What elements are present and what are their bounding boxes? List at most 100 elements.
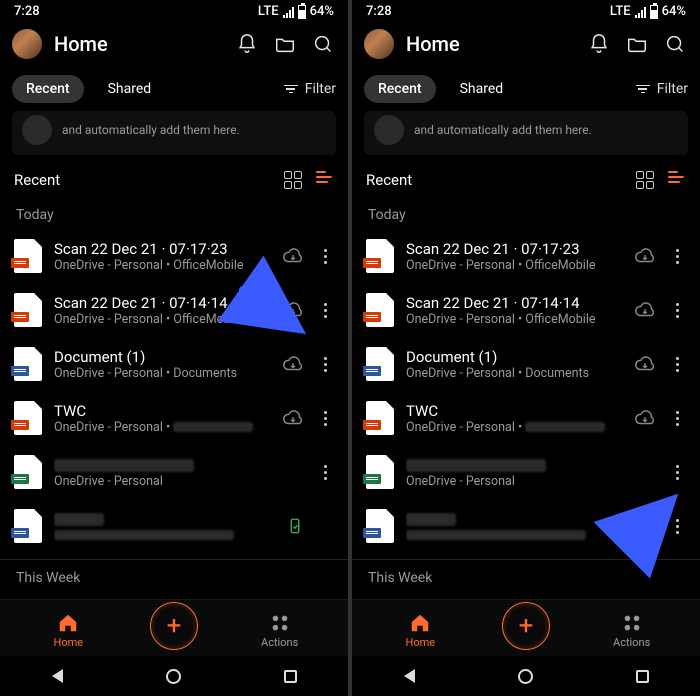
cloud-download-icon[interactable]: [282, 353, 304, 375]
more-icon[interactable]: [668, 465, 686, 480]
home-button[interactable]: [166, 669, 181, 684]
list-item[interactable]: [0, 499, 348, 553]
list-item[interactable]: TWCOneDrive - Personal •: [0, 391, 348, 445]
app-header: Home: [352, 21, 700, 67]
file-name: [406, 456, 622, 474]
pdf-icon: [14, 401, 42, 435]
status-bar: 7:28 LTE 64%: [352, 0, 700, 21]
search-icon[interactable]: [310, 31, 336, 57]
file-sub: OneDrive - Personal •: [406, 420, 622, 435]
fab-add[interactable]: +: [150, 602, 198, 650]
local-device-icon[interactable]: [638, 517, 656, 535]
more-icon[interactable]: [316, 411, 334, 426]
list-view-icon[interactable]: [316, 171, 334, 189]
tab-shared[interactable]: Shared: [446, 75, 518, 103]
list-item[interactable]: OneDrive - Personal: [0, 445, 348, 499]
search-icon[interactable]: [662, 31, 688, 57]
list-item[interactable]: OneDrive - Personal: [352, 445, 700, 499]
nav-actions[interactable]: Actions: [225, 612, 335, 649]
filter-icon: [635, 85, 651, 94]
more-icon[interactable]: [316, 357, 334, 372]
more-icon[interactable]: [316, 465, 334, 480]
filter-label: Filter: [305, 81, 336, 97]
folder-icon[interactable]: [272, 31, 298, 57]
file-name: TWC: [54, 402, 270, 420]
file-sub: OneDrive - Personal: [406, 474, 622, 489]
file-sub: OneDrive - Personal •: [54, 420, 270, 435]
pdf-icon: [14, 293, 42, 327]
file-sub: [406, 528, 626, 543]
filter-label: Filter: [657, 81, 688, 97]
notes-row[interactable]: Notes See all: [0, 592, 348, 599]
folder-icon[interactable]: [624, 31, 650, 57]
tab-shared[interactable]: Shared: [94, 75, 166, 103]
bell-icon[interactable]: [586, 31, 612, 57]
list-item[interactable]: Document (1)OneDrive - Personal • Docume…: [0, 337, 348, 391]
more-icon[interactable]: [316, 303, 334, 318]
section-bar: Recent: [0, 165, 348, 195]
more-icon[interactable]: [668, 249, 686, 264]
more-icon[interactable]: [668, 411, 686, 426]
cloud-download-icon[interactable]: [634, 299, 656, 321]
fab-add[interactable]: +: [502, 602, 550, 650]
recents-button[interactable]: [284, 670, 297, 683]
home-button[interactable]: [518, 669, 533, 684]
cloud-download-icon[interactable]: [634, 245, 656, 267]
tab-recent[interactable]: Recent: [12, 75, 84, 103]
back-button[interactable]: [52, 669, 63, 683]
word-icon: [366, 347, 394, 381]
phone-left: 7:28 LTE 64% Home Recent Shared Filter: [0, 0, 348, 696]
avatar[interactable]: [364, 29, 394, 59]
word-icon: [366, 509, 394, 543]
list-item[interactable]: TWCOneDrive - Personal •: [352, 391, 700, 445]
grid-view-icon[interactable]: [636, 171, 654, 189]
file-name: TWC: [406, 402, 622, 420]
status-bar: 7:28 LTE 64%: [0, 0, 348, 21]
file-list: Scan 22 Dec 21 · 07·17·23OneDrive - Pers…: [0, 229, 348, 599]
list-item[interactable]: Scan 22 Dec 21 · 07·17·23OneDrive - Pers…: [352, 229, 700, 283]
file-name: Document (1): [406, 348, 622, 366]
nav-actions[interactable]: Actions: [577, 612, 687, 649]
pdf-icon: [14, 239, 42, 273]
list-item[interactable]: [352, 499, 700, 553]
more-icon[interactable]: [668, 303, 686, 318]
word-icon: [14, 347, 42, 381]
hint-icon: [374, 115, 404, 145]
list-item[interactable]: Scan 22 Dec 21 · 07·17·23OneDrive - Pers…: [0, 229, 348, 283]
cloud-download-icon[interactable]: [282, 299, 304, 321]
list-view-icon[interactable]: [668, 171, 686, 189]
nav-home[interactable]: Home: [365, 612, 475, 649]
grid-view-icon[interactable]: [284, 171, 302, 189]
filter-button[interactable]: Filter: [283, 81, 336, 97]
cloud-download-icon[interactable]: [282, 407, 304, 429]
more-icon[interactable]: [316, 249, 334, 264]
notes-row[interactable]: Notes See all: [352, 592, 700, 599]
bell-icon[interactable]: [234, 31, 260, 57]
recents-button[interactable]: [636, 670, 649, 683]
battery-icon: [650, 5, 658, 19]
avatar[interactable]: [12, 29, 42, 59]
file-sub: OneDrive - Personal • OfficeMobile: [406, 258, 622, 273]
today-header: Today: [0, 195, 348, 229]
list-item[interactable]: Scan 22 Dec 21 · 07·14·14OneDrive - Pers…: [352, 283, 700, 337]
tab-recent[interactable]: Recent: [364, 75, 436, 103]
tab-row: Recent Shared Filter: [352, 67, 700, 111]
status-battery: 64%: [662, 4, 686, 19]
file-name: Scan 22 Dec 21 · 07·14·14: [406, 294, 622, 312]
list-item[interactable]: Scan 22 Dec 21 · 07·14·14OneDrive - Pers…: [0, 283, 348, 337]
status-time: 7:28: [14, 4, 40, 19]
pdf-icon: [366, 239, 394, 273]
local-device-icon[interactable]: [286, 517, 304, 535]
more-icon[interactable]: [668, 519, 686, 534]
cloud-download-icon[interactable]: [282, 245, 304, 267]
list-item[interactable]: Document (1)OneDrive - Personal • Docume…: [352, 337, 700, 391]
back-button[interactable]: [404, 669, 415, 683]
excel-icon: [366, 455, 394, 489]
nav-home[interactable]: Home: [13, 612, 123, 649]
cloud-download-icon[interactable]: [634, 407, 656, 429]
cloud-download-icon[interactable]: [634, 353, 656, 375]
file-sub: OneDrive - Personal • OfficeMobile: [54, 312, 270, 327]
this-week-header: This Week: [352, 566, 700, 592]
more-icon[interactable]: [668, 357, 686, 372]
filter-button[interactable]: Filter: [635, 81, 688, 97]
